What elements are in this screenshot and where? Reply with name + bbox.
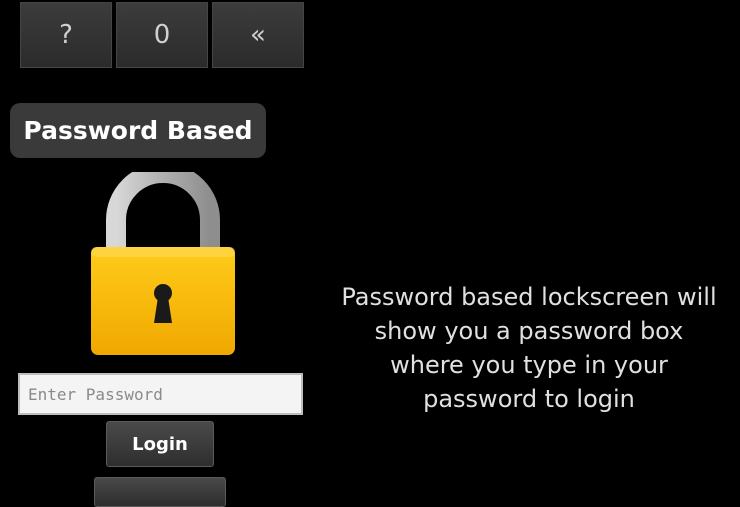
keypad-key-question[interactable]: ?: [20, 2, 112, 68]
password-input[interactable]: [18, 373, 303, 415]
secondary-button[interactable]: [94, 477, 226, 507]
mode-description: Password based lockscreen will show you …: [318, 280, 740, 416]
description-line: password to login: [423, 385, 635, 413]
description-line: show you a password box: [374, 317, 684, 345]
padlock-icon: [88, 163, 238, 358]
keypad-key-backspace[interactable]: «: [212, 2, 304, 68]
description-line: where you type in your: [390, 351, 668, 379]
description-line: Password based lockscreen will: [341, 283, 717, 311]
login-button[interactable]: Login: [106, 421, 214, 467]
lock-mode-title: Password Based: [10, 103, 266, 158]
keypad-key-zero[interactable]: 0: [116, 2, 208, 68]
